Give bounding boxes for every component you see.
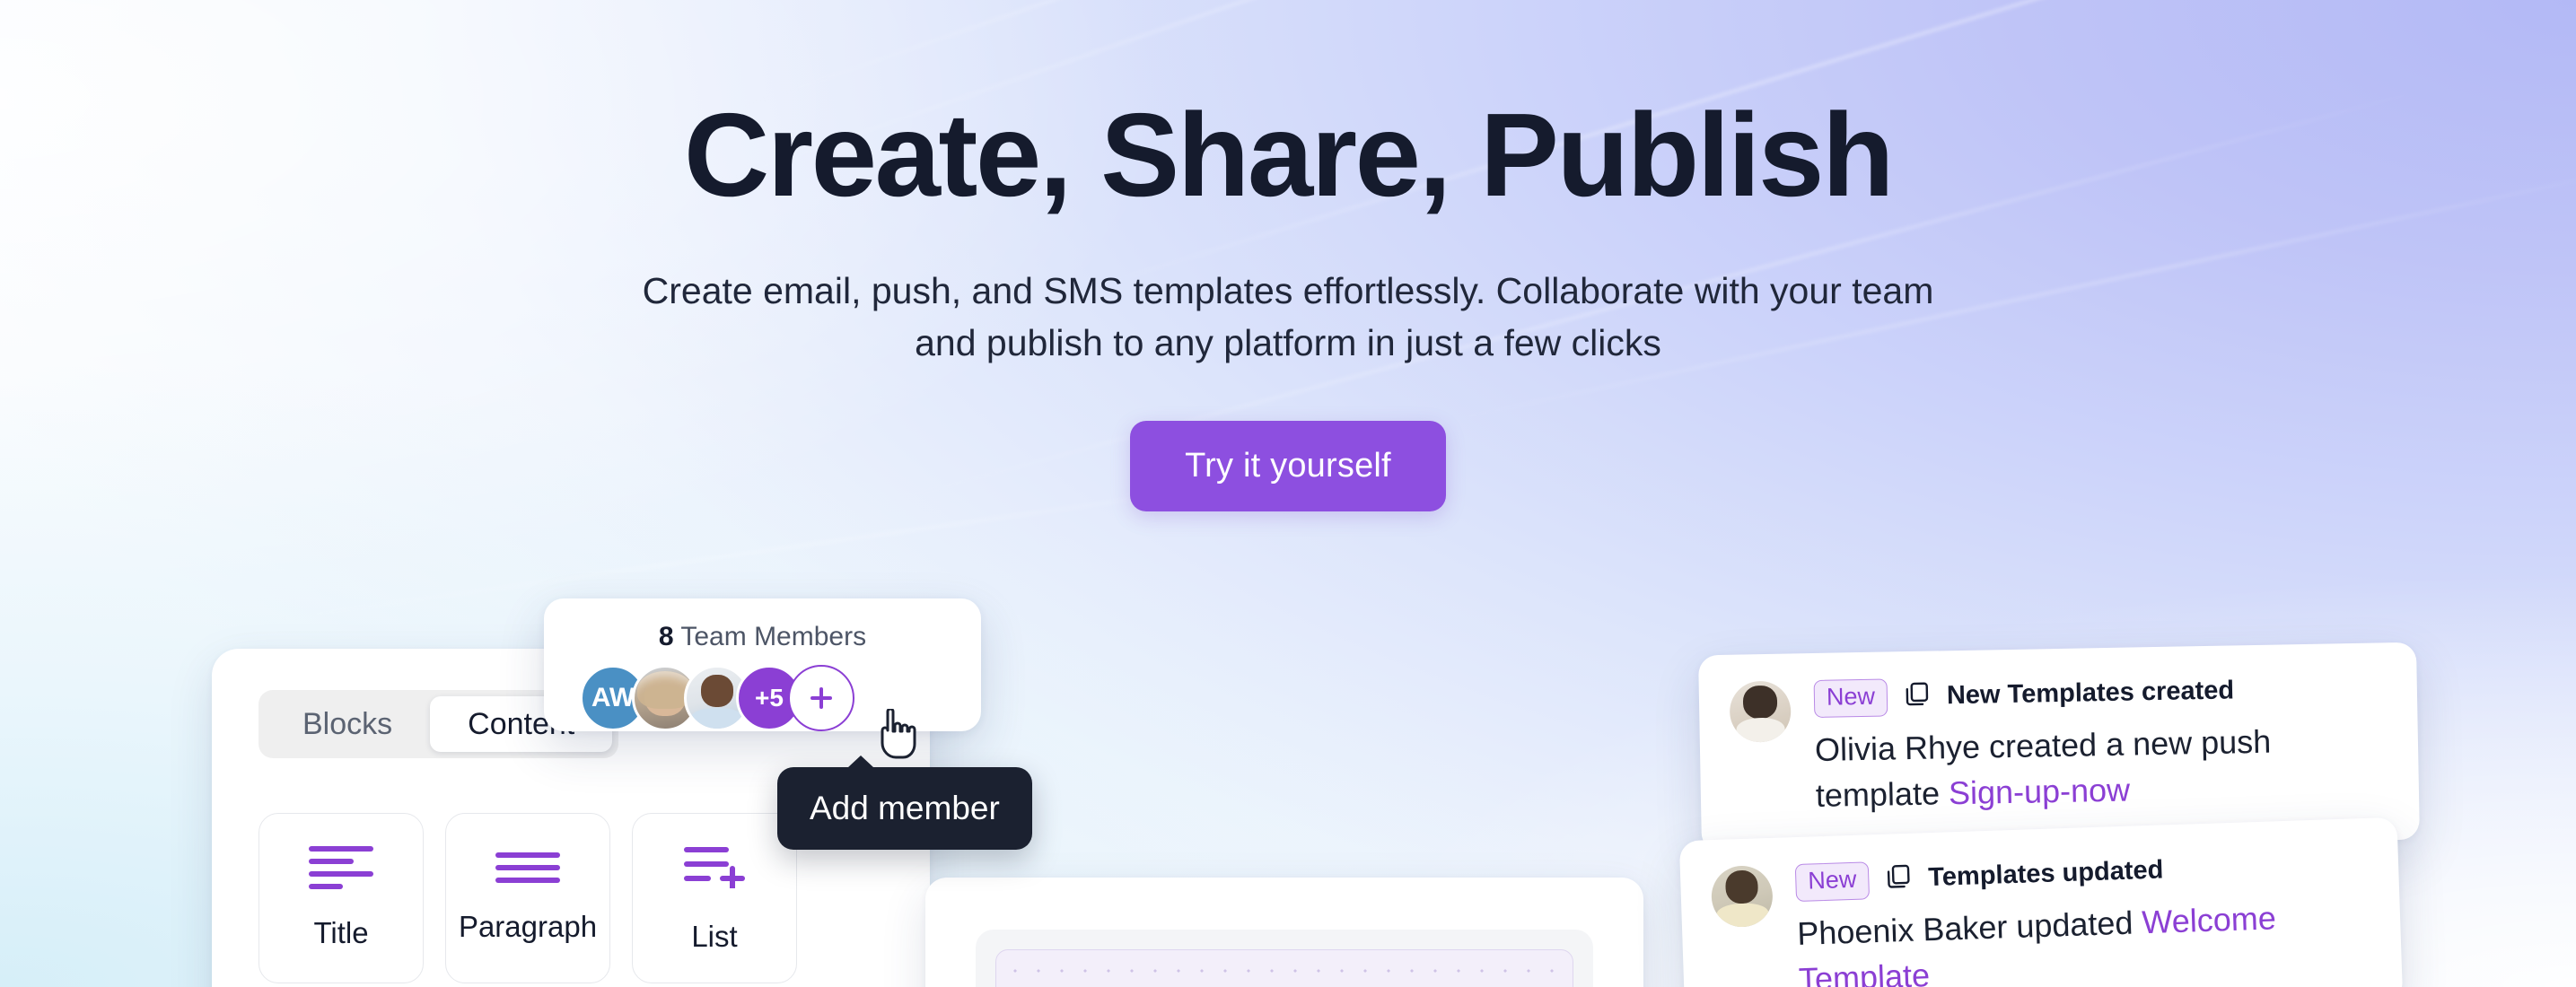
block-tile-label: List	[691, 919, 738, 953]
notification-text-body: Phoenix Baker updated	[1796, 904, 2143, 952]
status-badge: New	[1794, 861, 1871, 902]
preview-canvas	[976, 930, 1593, 987]
block-tile-label: Title	[313, 916, 369, 949]
preview-dotted-area	[995, 949, 1573, 987]
status-badge: New	[1813, 678, 1888, 718]
block-tile-title[interactable]: Title	[258, 813, 424, 983]
team-member-count: 8	[658, 622, 674, 651]
hero-section: Create, Share, Publish Create email, pus…	[0, 0, 2576, 512]
block-tile-list[interactable]: List	[632, 813, 797, 983]
avatar	[1729, 680, 1792, 743]
team-members-label: Team Members	[680, 622, 867, 651]
hero-subheadline: Create email, push, and SMS templates ef…	[642, 269, 1934, 363]
block-tile-paragraph[interactable]: Paragraph	[445, 813, 610, 983]
notification-text: Phoenix Baker updated Welcome Template	[1796, 892, 2371, 987]
paragraph-lines-icon	[495, 852, 560, 883]
notification-card[interactable]: New Templates updated Phoenix Baker upda…	[1678, 817, 2404, 987]
page-title: Create, Share, Publish	[683, 89, 1895, 221]
try-it-yourself-button[interactable]: Try it yourself	[1130, 421, 1446, 512]
tab-blocks[interactable]: Blocks	[265, 696, 430, 752]
cta-container: Try it yourself	[0, 421, 2576, 512]
notification-template-link[interactable]: Sign-up-now	[1949, 771, 2131, 811]
text-align-left-icon	[309, 846, 373, 889]
list-plus-icon	[680, 843, 749, 893]
add-member-button[interactable]	[788, 665, 854, 731]
add-member-tooltip: Add member	[777, 756, 1032, 850]
avatar	[1710, 864, 1774, 929]
copy-icon	[1904, 681, 1932, 713]
team-avatar-stack: AW +5	[580, 665, 854, 731]
copy-icon	[1885, 863, 1913, 895]
block-type-grid: Title Paragraph List	[258, 813, 797, 983]
notification-kind: New Templates created	[1946, 676, 2235, 711]
notification-kind: Templates updated	[1927, 855, 2164, 893]
mouse-cursor-pointer-icon	[877, 707, 916, 761]
notification-text: Olivia Rhye created a new push template …	[1815, 716, 2389, 818]
team-members-heading: 8 Team Members	[544, 622, 981, 652]
block-tile-label: Paragraph	[458, 910, 598, 943]
template-preview-card	[925, 878, 1643, 987]
